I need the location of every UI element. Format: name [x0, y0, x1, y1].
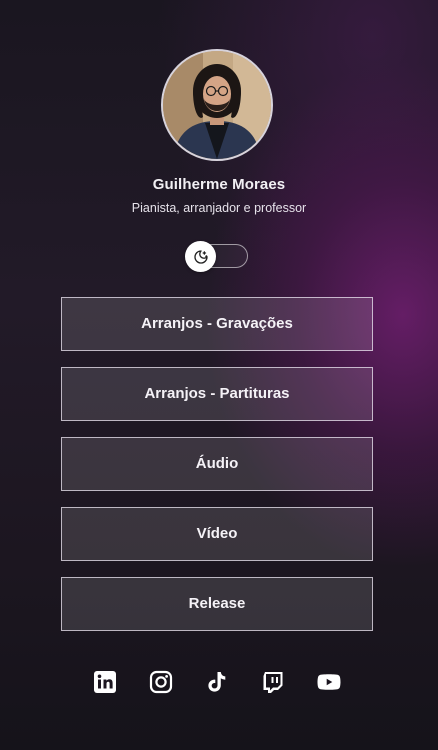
instagram-icon[interactable]	[149, 670, 173, 694]
link-button-release[interactable]: Release	[61, 577, 373, 631]
link-button-video[interactable]: Vídeo	[61, 507, 373, 561]
theme-toggle-knob[interactable]	[185, 241, 216, 272]
twitch-icon[interactable]	[261, 670, 285, 694]
profile-page: Guilherme Moraes Pianista, arranjador e …	[0, 0, 438, 750]
avatar-photo	[163, 51, 271, 159]
theme-toggle[interactable]	[185, 241, 248, 272]
profile-bio: Pianista, arranjador e professor	[131, 201, 307, 215]
profile-name: Guilherme Moraes	[152, 176, 286, 193]
link-button-arranjos-gravacoes[interactable]: Arranjos - Gravações	[61, 297, 373, 351]
linkedin-icon[interactable]	[93, 670, 117, 694]
avatar	[161, 49, 273, 161]
tiktok-icon[interactable]	[205, 670, 229, 694]
link-button-audio[interactable]: Áudio	[61, 437, 373, 491]
social-links	[0, 670, 438, 698]
link-list: Arranjos - Gravações Arranjos - Partitur…	[61, 297, 373, 647]
youtube-icon[interactable]	[317, 670, 341, 694]
link-button-arranjos-partituras[interactable]: Arranjos - Partituras	[61, 367, 373, 421]
moon-sun-icon	[193, 249, 208, 264]
